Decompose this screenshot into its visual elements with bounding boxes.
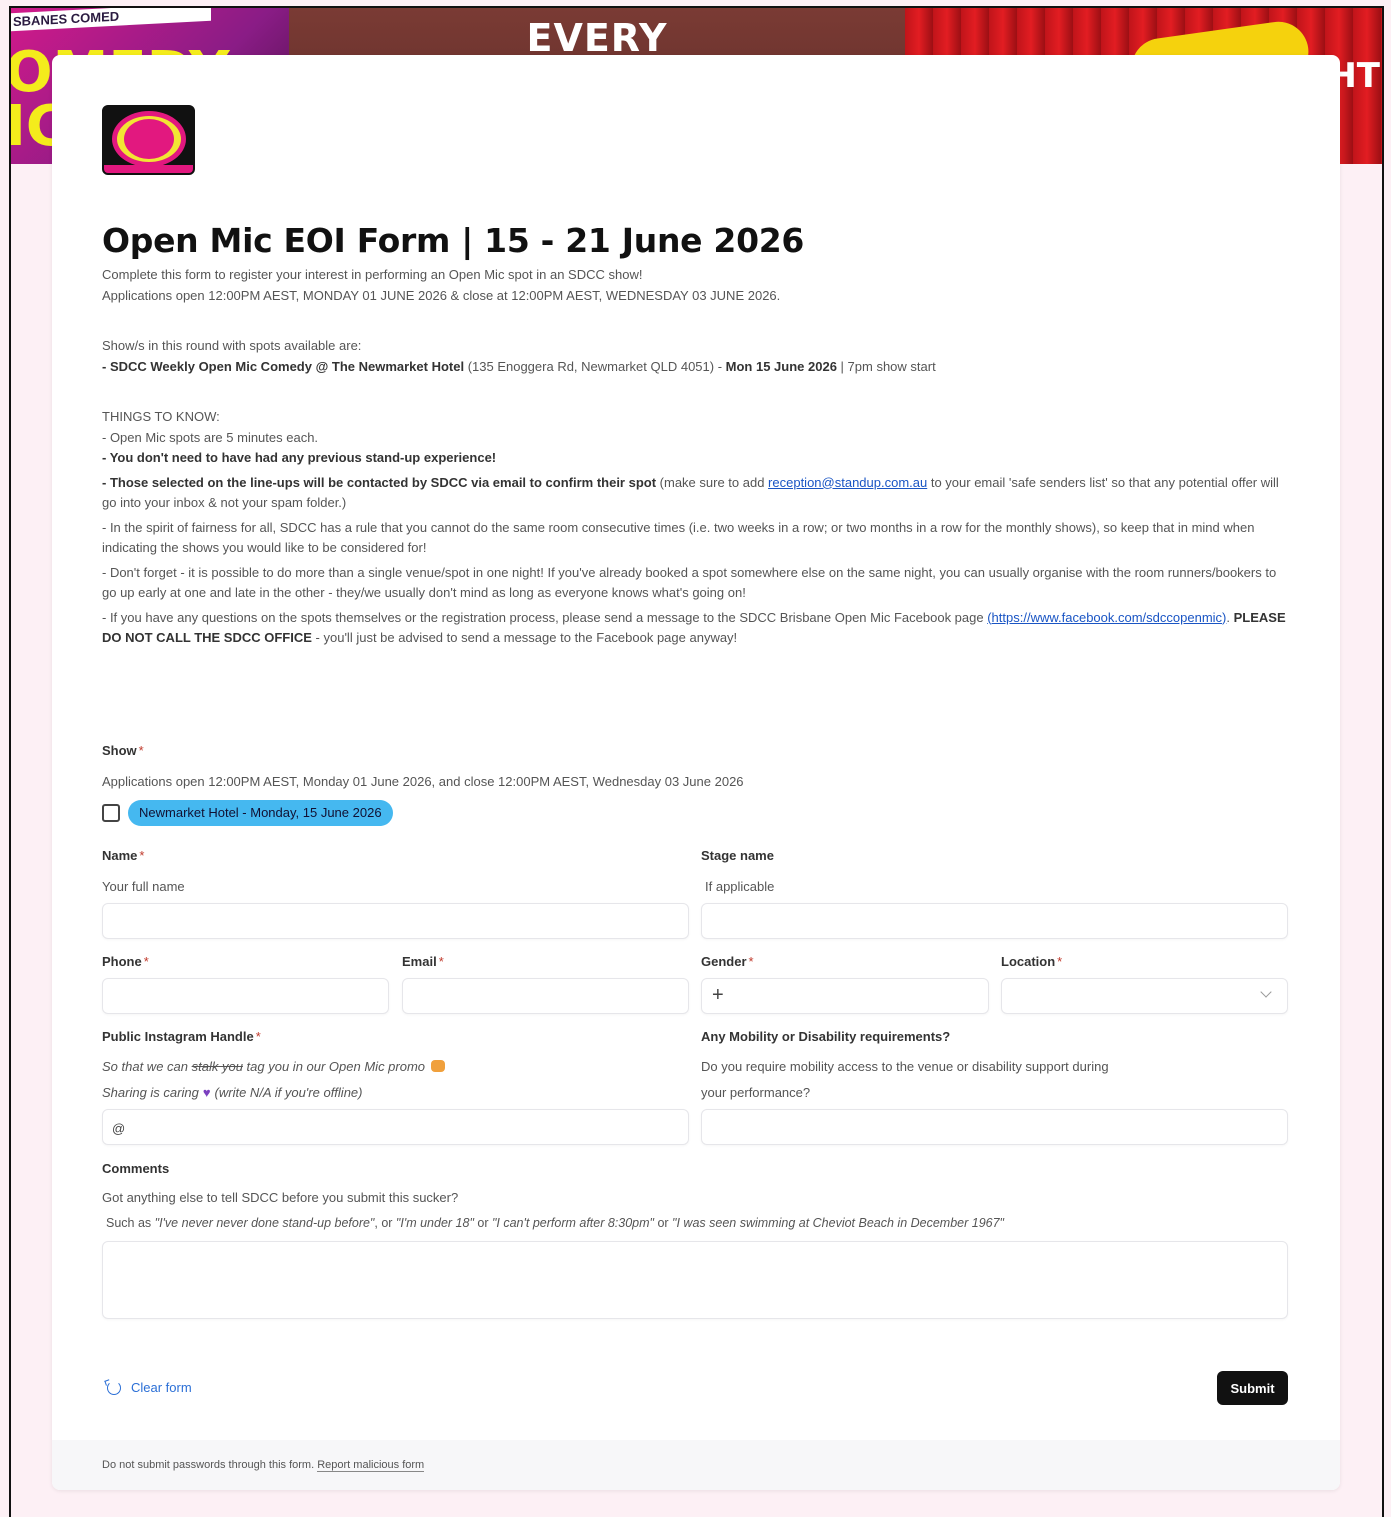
clear-form-button[interactable]: Clear form	[107, 1380, 192, 1395]
stage-name-helper: If applicable	[705, 879, 775, 894]
comments-examples: Such as "I've never never done stand-up …	[106, 1216, 1004, 1230]
sdcc-logo	[102, 105, 195, 175]
purple-heart-icon: ♥	[202, 1085, 211, 1100]
intro-line-2: Applications open 12:00PM AEST, MONDAY 0…	[102, 287, 781, 303]
banner-tag: SBANES COMED	[11, 8, 211, 32]
instagram-prefix: @	[112, 1121, 126, 1136]
instagram-helper-1: So that we can stalk you tag you in our …	[102, 1059, 446, 1074]
facebook-link[interactable]: (https://www.facebook.com/sdccopenmic)	[987, 610, 1226, 625]
location-select[interactable]	[1001, 978, 1288, 1014]
email-link[interactable]: reception@standup.com.au	[768, 475, 927, 490]
report-link[interactable]: Report malicious form	[317, 1459, 425, 1472]
phone-input[interactable]	[102, 978, 389, 1014]
name-label: Name *	[102, 848, 145, 863]
comments-label: Comments	[102, 1161, 170, 1176]
comments-textarea[interactable]	[102, 1241, 1288, 1319]
intro-line-1: Complete this form to register your inte…	[102, 267, 643, 282]
gender-label: Gender *	[701, 954, 754, 969]
logo-center	[124, 119, 174, 159]
mobility-helper-1: Do you require mobility access to the ve…	[701, 1059, 1109, 1074]
shows-heading: Show/s in this round with spots availabl…	[102, 338, 362, 353]
show-line: - SDCC Weekly Open Mic Comedy @ The Newm…	[102, 358, 936, 374]
mobility-input[interactable]	[701, 1109, 1288, 1145]
form-card: Open Mic EOI Form | 15 - 21 June 2026 Co…	[52, 55, 1340, 1490]
phone-label: Phone *	[102, 954, 149, 969]
form-description: Complete this form to register your inte…	[102, 265, 1292, 653]
banner-center-text: EVERY	[526, 16, 668, 60]
plus-icon[interactable]: +	[712, 985, 724, 1005]
location-label: Location *	[1001, 954, 1063, 969]
gender-select[interactable]	[701, 978, 989, 1014]
form-title: Open Mic EOI Form | 15 - 21 June 2026	[102, 221, 805, 260]
thing-2: - You don't need to have had any previou…	[102, 450, 497, 465]
submit-button[interactable]: Submit	[1217, 1371, 1288, 1405]
reset-icon	[107, 1380, 121, 1395]
thing-6: - If you have any questions on the spots…	[102, 609, 1286, 646]
stage-name-label: Stage name	[701, 848, 774, 863]
stage-name-input[interactable]	[701, 903, 1288, 939]
show-helper: Applications open 12:00PM AEST, Monday 0…	[102, 774, 744, 789]
email-input[interactable]	[402, 978, 689, 1014]
email-label: Email *	[402, 954, 444, 969]
clear-form-label: Clear form	[131, 1380, 192, 1395]
logo-strip	[104, 165, 193, 173]
thing-3: - Those selected on the line-ups will be…	[102, 474, 1279, 511]
mobility-helper-2: your performance?	[701, 1085, 811, 1100]
thing-4: - In the spirit of fairness for all, SDC…	[102, 519, 1255, 556]
comments-helper: Got anything else to tell SDCC before yo…	[102, 1190, 459, 1205]
thing-5: - Don't forget - it is possible to do mo…	[102, 564, 1277, 601]
things-heading: THINGS TO KNOW:	[102, 409, 220, 424]
footer-text: Do not submit passwords through this for…	[102, 1459, 318, 1471]
name-input[interactable]	[102, 903, 689, 939]
name-helper: Your full name	[102, 879, 185, 894]
mobility-label: Any Mobility or Disability requirements?	[701, 1029, 951, 1044]
show-checkbox[interactable]	[102, 804, 120, 822]
thing-1: - Open Mic spots are 5 minutes each.	[102, 429, 319, 445]
instagram-helper-2: Sharing is caring ♥ (write N/A if you're o…	[102, 1085, 363, 1100]
form-footer: Do not submit passwords through this for…	[52, 1440, 1340, 1490]
instagram-input[interactable]	[102, 1109, 689, 1145]
cat-emoji-icon	[431, 1060, 446, 1072]
show-option-chip[interactable]: Newmarket Hotel - Monday, 15 June 2026	[128, 800, 393, 826]
show-label: Show *	[102, 743, 144, 758]
instagram-label: Public Instagram Handle *	[102, 1029, 261, 1044]
